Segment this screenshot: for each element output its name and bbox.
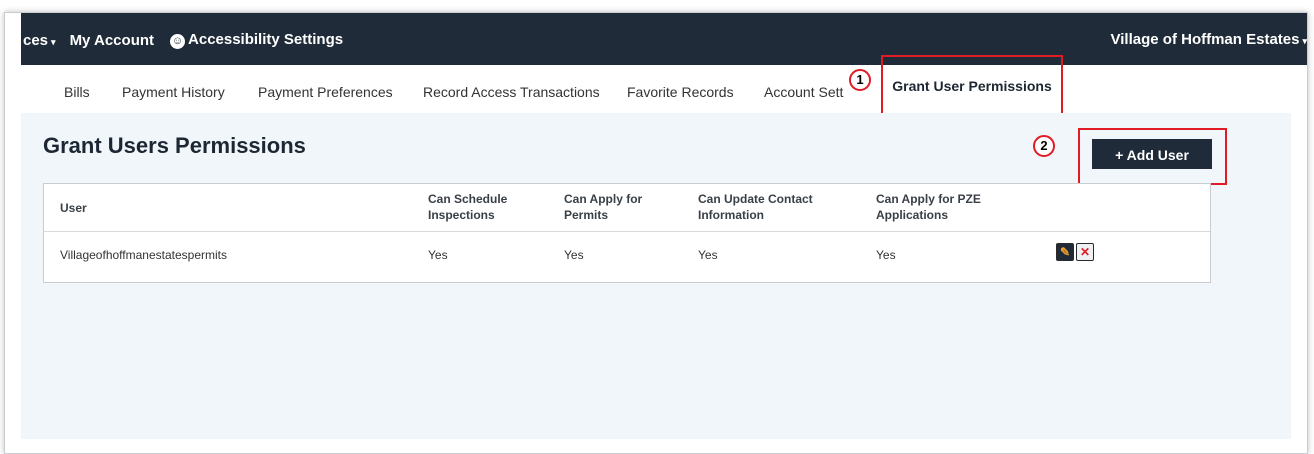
header-can-schedule-inspections: Can Schedule Inspections [428,191,507,223]
header-can-apply-pze: Can Apply for PZE Applications [876,191,981,223]
header-line: Permits [564,208,609,222]
tab-bills[interactable]: Bills [64,84,90,100]
tab-grant-user-permissions[interactable]: Grant User Permissions [881,55,1063,115]
header-divider [44,231,1210,232]
tab-favorite-records[interactable]: Favorite Records [627,84,734,100]
tab-payment-history[interactable]: Payment History [122,84,225,100]
header-line: Can Schedule [428,192,508,206]
app-window: ces ▾ My Account ☺ Accessibility Settings … [4,12,1308,454]
header-line: Information [698,208,764,222]
header-line: Can Apply for PZE [876,192,981,206]
header-can-update-contact: Can Update Contact Information [698,191,813,223]
services-menu[interactable]: ces ▾ [23,32,56,49]
header-line: Inspections [428,208,495,222]
header-can-apply-permits: Can Apply for Permits [564,191,642,223]
header-user: User [60,201,87,215]
accessibility-label: Accessibility Settings [188,31,344,48]
topbar-left-menu: ces ▾ My Account ☺ Accessibility Settings [23,31,343,49]
header-line: Can Apply for [564,192,643,206]
top-navigation-bar: ces ▾ My Account ☺ Accessibility Settings … [21,13,1307,65]
tab-record-access-transactions[interactable]: Record Access Transactions [423,84,600,100]
accessibility-icon: ☺ [170,34,186,49]
pencil-icon[interactable]: ✎ [1056,243,1074,261]
cell-can-update-contact: Yes [698,248,718,262]
municipality-label: Village of Hoffman Estates [1110,31,1300,48]
tab-account-settings[interactable]: Account Sett [764,84,843,100]
my-account-link[interactable]: My Account [70,32,154,49]
add-user-button[interactable]: + Add User [1092,139,1212,169]
delete-x-icon[interactable]: ✕ [1076,243,1094,261]
cell-can-schedule: Yes [428,248,448,262]
accessibility-settings-link[interactable]: ☺ Accessibility Settings [162,31,343,49]
chevron-down-icon: ▾ [1302,36,1307,46]
page-title: Grant Users Permissions [43,133,306,158]
cell-can-apply-pze: Yes [876,248,896,262]
municipality-menu[interactable]: Village of Hoffman Estates ▾ [1111,31,1307,48]
cell-user: Villageofhoffmanestatespermits [60,248,227,262]
cell-can-apply-permits: Yes [564,248,584,262]
chevron-down-icon: ▾ [51,36,56,47]
services-label: ces [23,31,49,49]
header-line: Can Update Contact [698,192,813,206]
account-tabs: Bills Payment History Payment Preference… [21,55,1307,115]
step-marker-2: 2 [1033,135,1055,157]
permissions-table: User Can Schedule Inspections Can Apply … [43,183,1211,283]
header-line: Applications [876,208,949,222]
tab-payment-preferences[interactable]: Payment Preferences [258,84,393,100]
main-content: Grant Users Permissions 2 + Add User Use… [21,113,1291,439]
step-marker-1: 1 [849,69,871,91]
